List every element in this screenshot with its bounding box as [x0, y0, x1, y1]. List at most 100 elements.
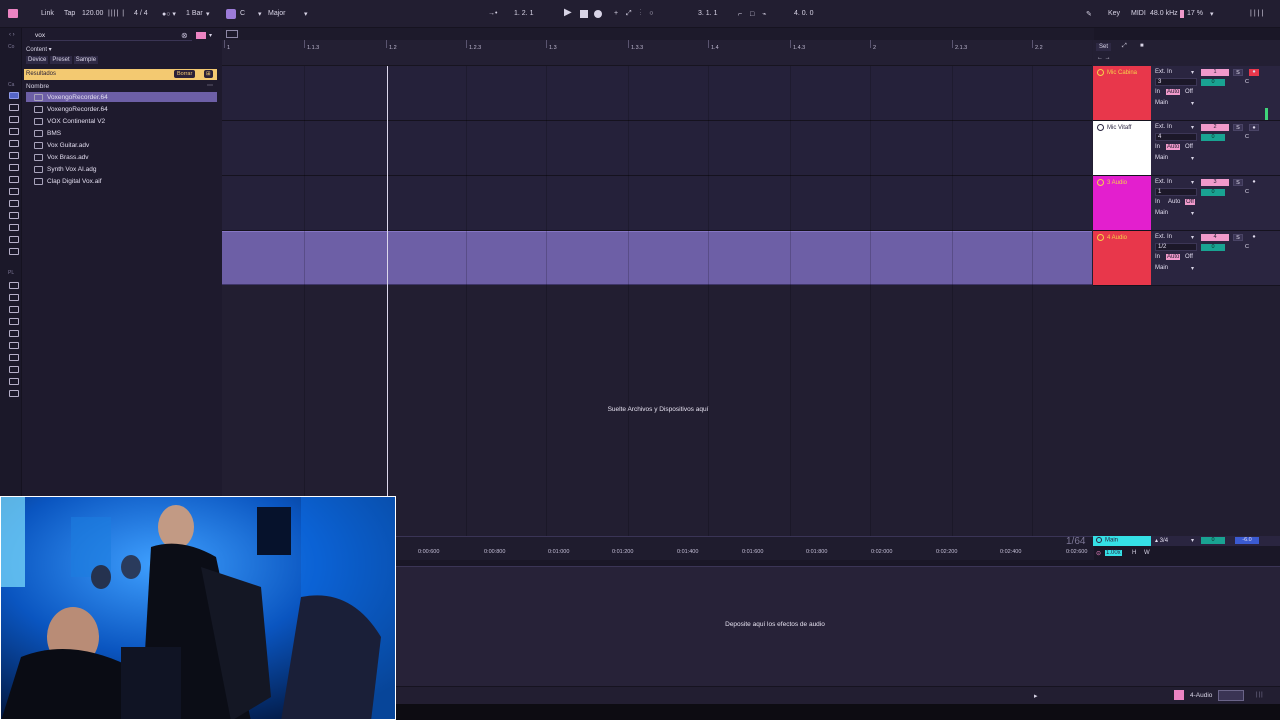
- list-item[interactable]: Clap Digital Vox.aif: [34, 176, 218, 186]
- instruments-icon[interactable]: [9, 128, 19, 135]
- tempo-field[interactable]: 120.00: [82, 10, 103, 17]
- input-type-select[interactable]: Ext. In: [1155, 179, 1172, 185]
- plugins-icon[interactable]: [9, 188, 19, 195]
- record-button[interactable]: [594, 10, 602, 18]
- output-select[interactable]: Main: [1155, 265, 1168, 271]
- input-channel-select[interactable]: 3: [1155, 78, 1197, 86]
- stop-button[interactable]: [580, 10, 588, 18]
- time-signature-field[interactable]: 4 / 4: [134, 10, 148, 17]
- tunings-icon[interactable]: [9, 236, 19, 243]
- track-lane-2[interactable]: [222, 121, 1092, 176]
- arm-button[interactable]: ●: [1249, 124, 1259, 131]
- arm-button[interactable]: ●: [1249, 234, 1259, 241]
- expand-icon[interactable]: ⤢: [1122, 43, 1127, 50]
- midi-effects-icon[interactable]: [9, 152, 19, 159]
- arrows-icon[interactable]: ← →: [1097, 55, 1111, 61]
- list-item[interactable]: VOX Continental V2: [34, 116, 218, 126]
- pan-field[interactable]: C: [1235, 134, 1259, 141]
- input-channel-select[interactable]: 1/2: [1155, 243, 1197, 251]
- packs-icon[interactable]: [9, 282, 19, 289]
- fold-icon[interactable]: [1097, 69, 1104, 76]
- zoom-factor[interactable]: 1.00x: [1105, 550, 1122, 556]
- fold-icon[interactable]: [1097, 234, 1104, 241]
- search-input[interactable]: vox: [30, 30, 192, 41]
- solo-button[interactable]: S: [1233, 69, 1243, 76]
- pencil-icon[interactable]: ✎: [1086, 10, 1092, 18]
- volume-field[interactable]: 0: [1201, 189, 1225, 196]
- add-folder-icon[interactable]: [9, 390, 19, 397]
- arm-button[interactable]: ●: [1249, 179, 1259, 186]
- input-type-select[interactable]: Ext. In: [1155, 234, 1172, 240]
- track-lane-1[interactable]: [222, 66, 1092, 121]
- key-root-select[interactable]: C: [240, 10, 245, 17]
- track-name-cell[interactable]: Mic Vitaff: [1093, 121, 1151, 175]
- monitor-in-button[interactable]: In: [1155, 144, 1160, 150]
- playhead[interactable]: [387, 66, 388, 498]
- monitor-in-button[interactable]: In: [1155, 89, 1160, 95]
- pan-field[interactable]: C: [1235, 244, 1259, 251]
- name-column-header[interactable]: Nombre: [26, 83, 49, 90]
- cloud-icon[interactable]: [9, 294, 19, 301]
- filter-preset-tab[interactable]: Preset: [50, 56, 72, 64]
- volume-field[interactable]: 0: [1201, 79, 1225, 86]
- list-item[interactable]: Vox Guitar.adv: [34, 140, 218, 150]
- main-volume-field[interactable]: 0: [1201, 537, 1225, 544]
- overview-icon[interactable]: ||||: [1250, 10, 1265, 17]
- input-channel-select[interactable]: 4: [1155, 133, 1197, 141]
- track-name-cell[interactable]: 4 Audio: [1093, 231, 1151, 285]
- filter-toggle-icon[interactable]: [196, 32, 206, 39]
- chevron-down-icon[interactable]: ▾: [206, 10, 210, 18]
- push-icon[interactable]: [9, 306, 19, 313]
- monitor-in-button[interactable]: In: [1155, 254, 1160, 260]
- max-for-live-icon[interactable]: [9, 176, 19, 183]
- output-select[interactable]: Main: [1155, 100, 1168, 106]
- monitor-off-button[interactable]: Off: [1185, 199, 1195, 205]
- output-select[interactable]: Main: [1155, 155, 1168, 161]
- follow-icon[interactable]: →•: [488, 10, 497, 17]
- monitor-auto-button[interactable]: Auto: [1168, 199, 1180, 205]
- monitor-off-button[interactable]: Off: [1185, 254, 1193, 260]
- track-name-cell[interactable]: 3 Audio: [1093, 176, 1151, 230]
- fold-icon[interactable]: [1097, 124, 1104, 131]
- key-map-button[interactable]: Key: [1108, 10, 1120, 17]
- fold-icon[interactable]: [1097, 179, 1104, 186]
- chevron-down-icon[interactable]: ▾: [209, 32, 212, 39]
- play-icon[interactable]: ▸: [1034, 692, 1038, 700]
- scale-select[interactable]: Major: [268, 10, 286, 17]
- height-toggle[interactable]: H: [1132, 550, 1136, 556]
- live-logo-icon[interactable]: [8, 9, 18, 18]
- pan-field[interactable]: C: [1235, 189, 1259, 196]
- grid-zoom-label[interactable]: 1/64: [1066, 536, 1085, 547]
- clear-results-button[interactable]: Borrar: [174, 70, 196, 78]
- play-button[interactable]: ▶: [564, 7, 572, 18]
- overview-strip[interactable]: [222, 28, 1094, 40]
- main-time-sig[interactable]: ▴ 3/4: [1155, 537, 1168, 544]
- track-header-1[interactable]: Mic Cabina Ext. In ▾ 3 In Auto Off Main …: [1093, 66, 1280, 121]
- all-category-icon[interactable]: [9, 92, 19, 99]
- grooves-icon[interactable]: [9, 224, 19, 231]
- monitor-off-button[interactable]: Off: [1185, 89, 1193, 95]
- list-item[interactable]: Synth Vox AI.adg: [34, 164, 218, 174]
- list-item[interactable]: BMS: [34, 128, 218, 138]
- pan-field[interactable]: C: [1235, 79, 1259, 86]
- list-item[interactable]: VoxengoRecorder.64: [34, 92, 218, 102]
- beat-ruler[interactable]: [222, 40, 1092, 66]
- loop-icons[interactable]: ⌐ □ ⌁: [738, 10, 769, 18]
- track-activator[interactable]: 1: [1201, 69, 1229, 76]
- templates-icon[interactable]: [9, 248, 19, 255]
- folder-icon[interactable]: [9, 354, 19, 361]
- content-filter-select[interactable]: Content ▾: [26, 46, 52, 53]
- record-arm-icon[interactable]: ⊝: [1096, 550, 1101, 557]
- sounds-icon[interactable]: [9, 104, 19, 111]
- track-name-cell[interactable]: Mic Cabina: [1093, 66, 1151, 120]
- current-project-icon[interactable]: [9, 330, 19, 337]
- folder-icon[interactable]: [9, 366, 19, 373]
- back-forward-icons[interactable]: ‹ ›: [9, 32, 15, 38]
- track-header-3[interactable]: 3 Audio Ext. In ▾ 1 In Auto Off Main ▾ 3…: [1093, 176, 1280, 231]
- track-header-4[interactable]: 4 Audio Ext. In ▾ 1/2 In Auto Off Main ▾…: [1093, 231, 1280, 286]
- track-activator[interactable]: 4: [1201, 234, 1229, 241]
- view-toggle-icon[interactable]: |||: [1256, 692, 1264, 698]
- set-button[interactable]: Set: [1096, 43, 1112, 51]
- width-toggle[interactable]: W: [1144, 550, 1150, 556]
- samples-icon[interactable]: [9, 212, 19, 219]
